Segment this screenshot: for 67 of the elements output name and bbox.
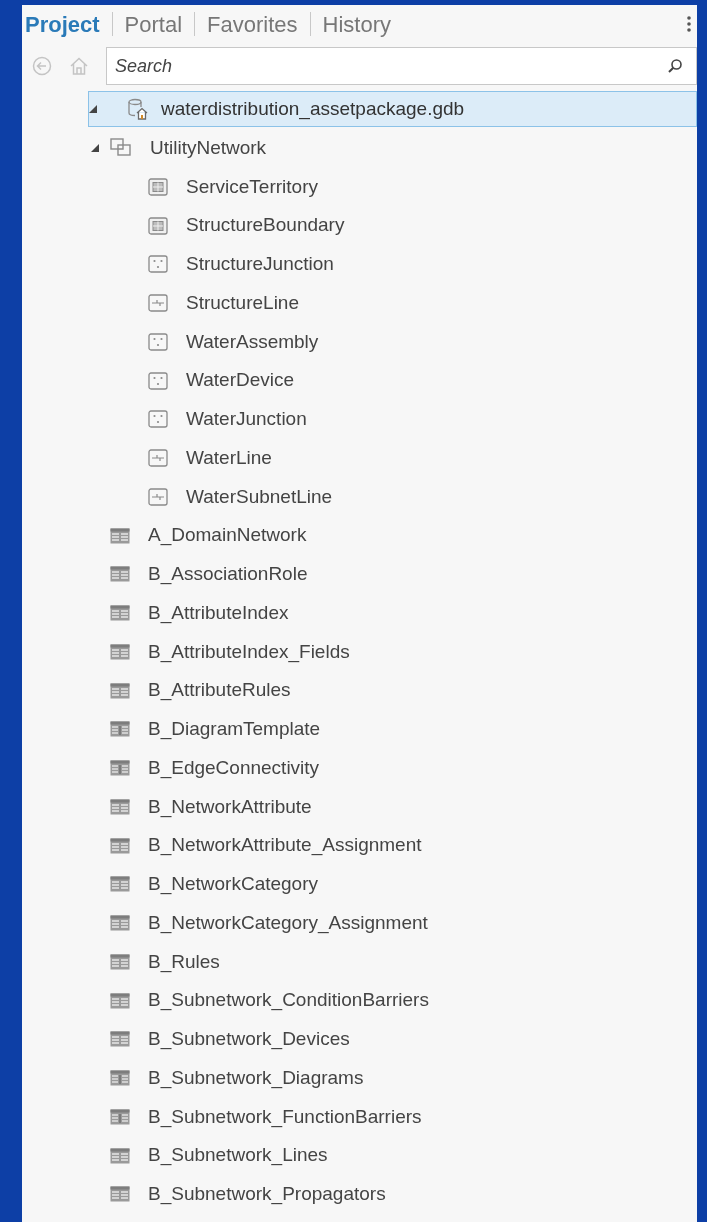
tab[interactable]: Portal xyxy=(124,7,183,41)
tab[interactable]: Project xyxy=(25,7,100,41)
table-icon xyxy=(110,682,130,699)
table-icon xyxy=(110,915,130,932)
tab[interactable]: Favorites xyxy=(207,7,298,41)
table-icon xyxy=(110,992,130,1009)
tree-item[interactable]: B_Subnetwork_ConditionBarriers xyxy=(22,981,697,1020)
tree-item[interactable]: ServiceTerritory xyxy=(22,167,697,207)
more-options-icon[interactable] xyxy=(687,16,691,32)
table-icon xyxy=(110,605,130,622)
overlapping-squares-icon xyxy=(110,138,132,159)
tree-item[interactable]: WaterAssembly xyxy=(22,322,697,362)
tree-item[interactable]: B_AssociationRole xyxy=(22,555,697,594)
tree-item[interactable]: B_NetworkCategory xyxy=(22,865,697,904)
table-icon xyxy=(110,1147,130,1164)
line-layer-icon xyxy=(148,449,168,468)
table-icon xyxy=(110,1108,130,1125)
line-layer-icon xyxy=(148,294,168,313)
tree-item[interactable]: StructureBoundary xyxy=(22,206,697,245)
table-icon xyxy=(110,760,130,777)
expanded-arrow-icon[interactable] xyxy=(91,144,99,153)
tree-item[interactable]: UtilityNetwork xyxy=(22,128,697,168)
tree-item[interactable]: WaterDevice xyxy=(22,361,697,400)
line-layer-icon xyxy=(148,487,168,506)
tree-item[interactable]: B_DiagramTemplate xyxy=(22,710,697,749)
table-icon xyxy=(110,876,130,893)
tree-item[interactable]: B_Rules xyxy=(22,942,697,982)
tree-item[interactable]: B_Subnetwork_Diagrams xyxy=(22,1058,697,1098)
point-layer-icon xyxy=(148,371,168,390)
tree-item[interactable]: B_AttributeRules xyxy=(22,671,697,710)
tree-item[interactable]: WaterJunction xyxy=(22,400,697,439)
tree-item[interactable]: B_EdgeConnectivity xyxy=(22,748,697,788)
tree-item[interactable]: B_Subnetwork_Propagators xyxy=(22,1175,697,1214)
tree-item[interactable]: B_Subnetwork_FunctionBarriers xyxy=(22,1097,697,1137)
tree-item[interactable]: WaterSubnetLine xyxy=(22,477,697,517)
table-icon xyxy=(110,837,130,854)
expanded-arrow-icon[interactable] xyxy=(89,105,97,114)
tree-item[interactable]: B_AttributeIndex_Fields xyxy=(22,632,697,672)
tree-item[interactable]: B_Subnetwork_Devices xyxy=(22,1020,697,1059)
tree-item[interactable]: waterdistribution_assetpackage.gdb xyxy=(88,91,697,128)
tab[interactable]: History xyxy=(322,7,391,41)
polygon-layer-icon xyxy=(148,177,168,196)
tree-item[interactable]: B_NetworkCategory_Assignment xyxy=(22,903,697,943)
table-icon xyxy=(110,953,130,970)
tree-item[interactable]: B_NetworkAttribute xyxy=(22,787,697,827)
table-icon xyxy=(110,798,130,815)
point-layer-icon xyxy=(148,410,168,429)
search-field[interactable]: Search xyxy=(106,47,697,85)
table-icon xyxy=(110,1070,130,1087)
table-icon xyxy=(110,527,130,544)
table-icon xyxy=(110,1031,130,1048)
table-icon xyxy=(110,1186,130,1203)
tree-item[interactable]: B_NetworkAttribute_Assignment xyxy=(22,826,697,865)
table-icon xyxy=(110,566,130,583)
tree-item[interactable]: B_AttributeIndex xyxy=(22,593,697,633)
point-layer-icon xyxy=(148,255,168,274)
table-icon xyxy=(110,721,130,738)
tree-item[interactable]: WaterLine xyxy=(22,438,697,478)
tree-item[interactable]: B_Subnetwork_Lines xyxy=(22,1136,697,1175)
tree-item[interactable]: StructureLine xyxy=(22,283,697,323)
table-icon xyxy=(110,643,130,660)
tree-item[interactable]: A_DomainNetwork xyxy=(22,516,697,555)
search-icon[interactable] xyxy=(667,58,683,74)
point-layer-icon xyxy=(148,332,168,351)
tree-item[interactable]: StructureJunction xyxy=(22,245,697,284)
database-icon xyxy=(127,98,149,121)
polygon-layer-icon xyxy=(148,216,168,235)
